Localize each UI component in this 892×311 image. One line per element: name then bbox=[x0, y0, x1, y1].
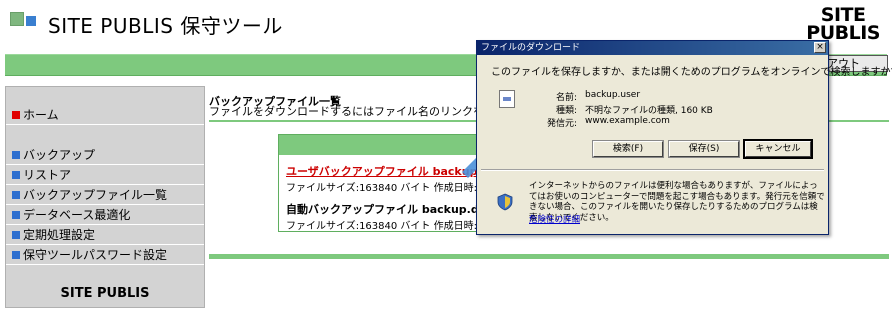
sidebar-item-backup-list[interactable]: バックアップファイル一覧 bbox=[6, 185, 204, 205]
risk-details-link[interactable]: 危険性の詳細 bbox=[529, 213, 580, 225]
dialog-titlebar[interactable]: ファイルのダウンロード × bbox=[477, 41, 828, 55]
sidebar-item-restore[interactable]: リストア bbox=[6, 165, 204, 185]
bullet-icon bbox=[12, 111, 20, 119]
app-title: SITE PUBLIS 保守ツール bbox=[48, 14, 283, 38]
cancel-button[interactable]: キャンセル bbox=[743, 139, 813, 159]
shield-icon bbox=[497, 193, 513, 211]
sidebar-item-label: リストア bbox=[23, 168, 72, 182]
name-value: backup.user bbox=[585, 90, 641, 100]
type-label: 種類: bbox=[555, 106, 577, 116]
dialog-title: ファイルのダウンロード bbox=[481, 43, 581, 53]
sidebar-item-label: バックアップ bbox=[23, 148, 96, 162]
list-item: ユーザバックアップファイル backup.user ファイルサイズ:163840… bbox=[286, 163, 477, 194]
sidebar: ホーム バックアップ リストア バックアップファイル一覧 データベース最適化 定… bbox=[5, 86, 205, 308]
sidebar-item-password[interactable]: 保守ツールパスワード設定 bbox=[6, 245, 204, 265]
bullet-icon bbox=[12, 231, 20, 239]
sidebar-item-home[interactable]: ホーム bbox=[6, 105, 204, 125]
file-meta: ファイルサイズ:163840 バイト 作成日時:2010 bbox=[286, 183, 477, 194]
footer-divider bbox=[209, 254, 889, 259]
sidebar-item-label: 定期処理設定 bbox=[23, 228, 96, 242]
dialog-question: このファイルを保存しますか、または開くためのプログラムをオンラインで検索しますか… bbox=[491, 67, 892, 78]
search-button[interactable]: 検索(F) bbox=[592, 140, 664, 158]
bullet-icon bbox=[12, 211, 20, 219]
sidebar-item-backup[interactable]: バックアップ bbox=[6, 145, 204, 165]
bullet-icon bbox=[12, 171, 20, 179]
save-button[interactable]: 保存(S) bbox=[668, 140, 740, 158]
sidebar-item-label: バックアップファイル一覧 bbox=[23, 188, 168, 202]
sidebar-item-label: ホーム bbox=[23, 108, 59, 122]
download-dialog: ファイルのダウンロード × このファイルを保存しますか、または開くためのプログラ… bbox=[476, 40, 892, 235]
sidebar-brand: SITE PUBLIS bbox=[60, 286, 150, 301]
source-value: www.example.com bbox=[585, 116, 670, 126]
file-list-panel: ユーザバックアップファイル backup.user ファイルサイズ:163840… bbox=[278, 134, 478, 232]
file-meta: ファイルサイズ:163840 バイト 作成日時:2010 bbox=[286, 221, 477, 232]
list-item: 自動バックアップファイル backup.daily ファイルサイズ:163840… bbox=[286, 201, 477, 232]
file-list-header bbox=[279, 135, 477, 155]
file-link-backup-daily[interactable]: 自動バックアップファイル backup.daily bbox=[286, 201, 477, 217]
bullet-icon bbox=[12, 251, 20, 259]
logo-squares-icon bbox=[10, 12, 40, 32]
sidebar-item-label: 保守ツールパスワード設定 bbox=[23, 248, 168, 262]
dialog-divider bbox=[481, 169, 824, 171]
file-link-backup-user[interactable]: ユーザバックアップファイル backup.user bbox=[286, 163, 477, 179]
close-icon[interactable]: × bbox=[814, 42, 826, 53]
source-label: 発信元: bbox=[546, 119, 577, 129]
type-value: 不明なファイルの種類, 160 KB bbox=[585, 106, 713, 116]
name-label: 名前: bbox=[555, 93, 577, 103]
bullet-icon bbox=[12, 151, 20, 159]
sidebar-item-scheduled[interactable]: 定期処理設定 bbox=[6, 225, 204, 245]
brand-logo: SITE PUBLIS bbox=[806, 6, 880, 43]
bullet-icon bbox=[12, 191, 20, 199]
sidebar-item-label: データベース最適化 bbox=[23, 208, 131, 222]
sidebar-item-db-optimize[interactable]: データベース最適化 bbox=[6, 205, 204, 225]
